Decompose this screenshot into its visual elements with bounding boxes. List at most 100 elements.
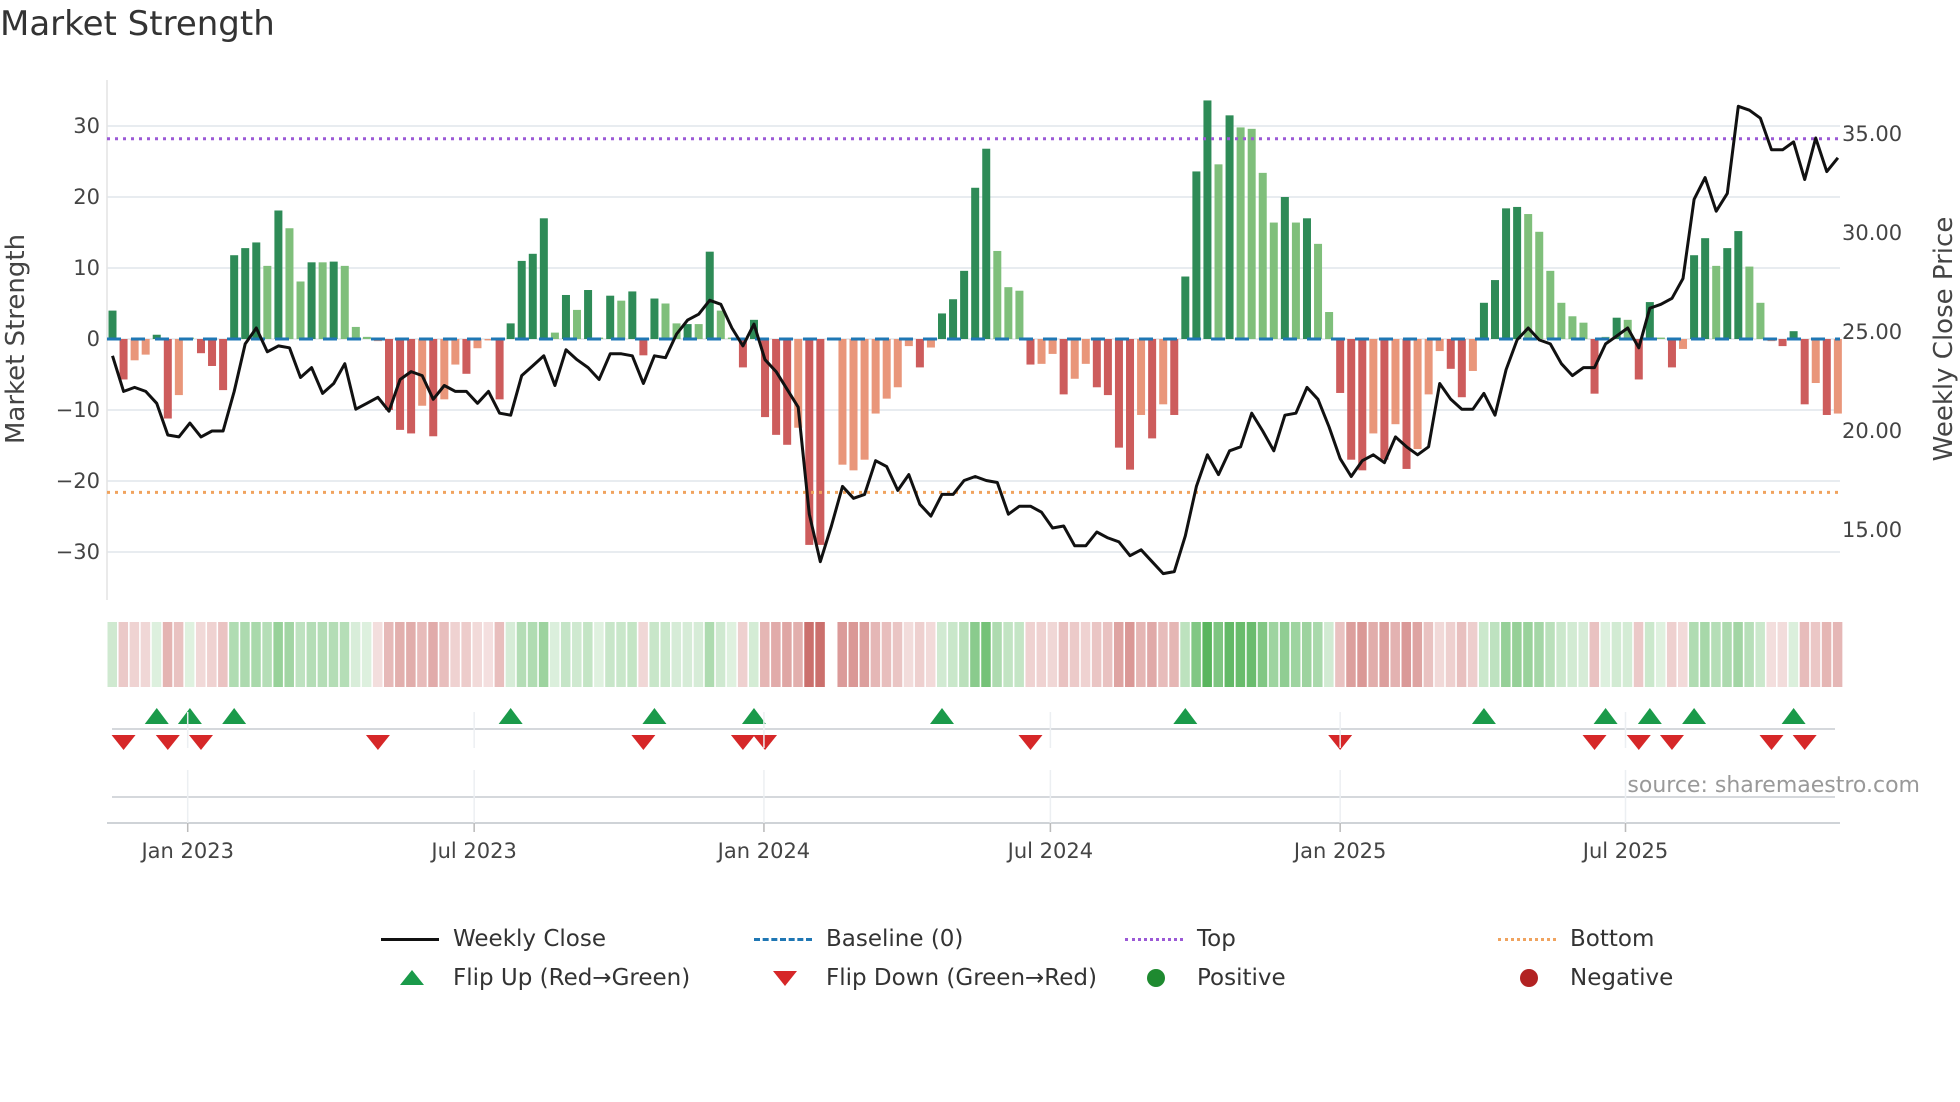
heat-cell [616, 622, 626, 687]
strength-bar [1092, 339, 1101, 388]
strength-bar [1347, 339, 1356, 460]
legend-positive[interactable]: Positive [1125, 965, 1286, 991]
strength-bar [584, 290, 593, 339]
strength-bar [1502, 208, 1511, 339]
strength-bar [1269, 222, 1278, 339]
heat-cell [1744, 622, 1754, 687]
legend-baseline[interactable]: Baseline (0) [754, 926, 963, 952]
strength-bar [230, 255, 239, 339]
heat-cell [970, 622, 980, 687]
strength-bar [1380, 339, 1389, 460]
x-tick-label: Jan 2023 [139, 839, 234, 863]
strength-bar [1579, 322, 1588, 339]
strength-bar [1148, 339, 1157, 439]
flip-up-marker [741, 708, 766, 724]
heat-cell [748, 622, 759, 687]
heat-strip [107, 622, 1843, 687]
strength-bar [340, 265, 349, 339]
strength-bar [816, 339, 825, 545]
heat-cell [914, 622, 925, 687]
heat-cell [1766, 622, 1776, 687]
strength-bar [1081, 339, 1090, 364]
heat-cell [1545, 622, 1555, 687]
legend-top[interactable]: Top [1125, 926, 1236, 952]
strength-bar [1192, 171, 1201, 339]
strength-bar [573, 309, 582, 339]
heat-cell [1257, 622, 1268, 687]
heat-cell [594, 622, 604, 687]
strength-bar [208, 339, 217, 366]
heat-cell [428, 622, 438, 687]
heat-cell [1556, 622, 1566, 687]
x-axis: Jan 2023 Jul 2023 Jan 2024 Jul 2024 Jan 2025… [107, 712, 1840, 863]
strength-bar [650, 298, 659, 339]
heat-cell [505, 622, 516, 687]
y-tick-label: 0 [87, 327, 100, 351]
heat-cell [184, 622, 195, 687]
strength-bar [1126, 339, 1135, 470]
heat-cell [273, 622, 283, 687]
strength-bar [1059, 339, 1068, 395]
heat-cell [317, 622, 328, 687]
heat-cell [704, 622, 715, 687]
legend-weekly-close[interactable]: Weekly Close [381, 926, 606, 952]
y-axis-label: Market Strength [1, 234, 31, 444]
heat-cell [1191, 622, 1201, 687]
heat-cell [925, 622, 936, 687]
legend-flip-down[interactable]: Flip Down (Green→Red) [754, 965, 1097, 991]
strength-bar [893, 339, 902, 388]
legend-flip-up[interactable]: Flip Up (Red→Green) [381, 965, 690, 991]
heat-cell [251, 622, 261, 687]
strength-bar [451, 339, 460, 365]
x-tick-label: Jan 2025 [1292, 839, 1387, 863]
heat-cell [1047, 622, 1058, 687]
heat-cell [1523, 622, 1533, 687]
heat-cell [1246, 622, 1257, 687]
strength-bar [694, 324, 703, 339]
heat-cell [549, 622, 560, 687]
strength-bar [617, 300, 626, 339]
heat-cell [395, 622, 405, 687]
flip-down-marker [1759, 735, 1784, 750]
strength-bar [1457, 339, 1466, 398]
strength-bar [1446, 339, 1455, 369]
heat-cell [1644, 622, 1655, 687]
flip-up-marker [222, 708, 247, 724]
heat-cell [1147, 622, 1157, 687]
strength-bar [639, 339, 648, 356]
flip-down-marker [631, 735, 656, 750]
strength-bar [1524, 214, 1533, 339]
heat-cell [1655, 622, 1666, 687]
heat-cell [1025, 622, 1035, 687]
flip-down-marker [1626, 735, 1651, 750]
legend-bottom[interactable]: Bottom [1498, 926, 1654, 952]
strength-bar [1247, 128, 1256, 339]
heat-cell [1313, 622, 1323, 687]
strength-bar [661, 303, 670, 339]
heat-cell [804, 622, 814, 687]
y2-tick-label: 25.00 [1842, 320, 1902, 344]
strength-bar [219, 339, 228, 391]
strength-bar [1656, 337, 1665, 339]
y2-axis-label: Weekly Close Price [1929, 217, 1959, 462]
legend-negative[interactable]: Negative [1498, 965, 1673, 991]
heat-cell [1722, 622, 1732, 687]
heat-cell [207, 622, 217, 687]
heat-cell [937, 622, 947, 687]
strength-bar [1280, 197, 1289, 339]
heat-cell [948, 622, 958, 687]
x-tick-label: Jul 2023 [429, 839, 516, 863]
heat-cell [1733, 622, 1743, 687]
heat-cell [1036, 622, 1047, 687]
left-axis-ticks: −30 −20 −10 0 10 20 30 [56, 114, 100, 564]
y-tick-label: 30 [73, 114, 100, 138]
heat-cell [1346, 622, 1356, 687]
legend-label: Top [1197, 926, 1236, 952]
strength-bar [938, 313, 946, 339]
heat-cell [538, 622, 549, 687]
heat-cell [848, 622, 859, 687]
strength-bar [561, 294, 570, 339]
strength-bar [285, 228, 294, 339]
strength-bar [772, 339, 781, 435]
heat-cell [1777, 622, 1788, 687]
